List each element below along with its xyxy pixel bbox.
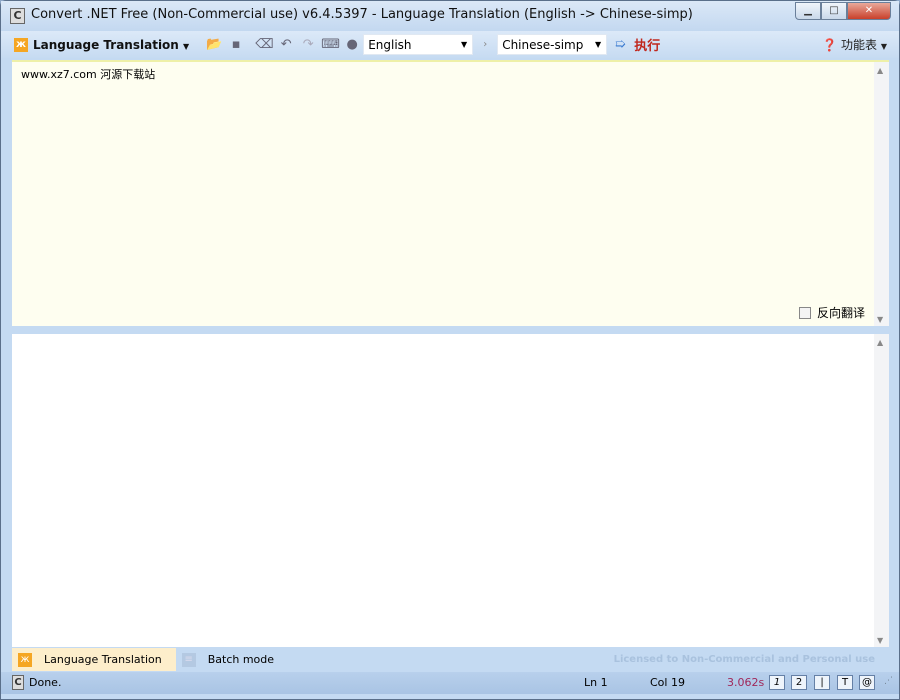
tab-batch-mode[interactable]: ≡ Batch mode (176, 648, 288, 671)
status-button-2[interactable]: 2 (791, 675, 807, 690)
status-button-text[interactable]: T (837, 675, 853, 690)
undo-icon[interactable]: ↶ (277, 36, 295, 54)
app-window: C Convert .NET Free (Non-Commercial use)… (0, 0, 900, 700)
resize-grip[interactable]: ⋰ (884, 676, 893, 686)
output-textarea[interactable]: ▲ ▼ (12, 334, 889, 647)
tab-language-translation[interactable]: ж Language Translation (12, 648, 176, 671)
redo-icon[interactable]: ↷ (299, 36, 317, 54)
save-icon[interactable]: ▪ (227, 36, 245, 54)
app-icon[interactable]: C (10, 8, 25, 24)
source-language-select[interactable]: English ▼ (363, 34, 474, 55)
mode-dropdown[interactable]: Language Translation ▼ (33, 38, 189, 52)
input-textarea[interactable]: www.xz7.com 河源下载站 反向翻译 ▲ ▼ (12, 60, 889, 326)
menu-button[interactable]: ❓ 功能表 ▼ (822, 36, 887, 53)
batch-icon: ≡ (181, 652, 196, 667)
maximize-button[interactable]: □ (821, 2, 847, 20)
line-number: Ln 1 (584, 676, 608, 689)
run-icon[interactable]: ➯ (611, 36, 629, 54)
splitter[interactable] (12, 326, 889, 334)
status-text: Done. (29, 676, 62, 689)
eraser-icon[interactable]: ⌫ (255, 36, 273, 54)
open-icon[interactable]: 📂 (205, 36, 223, 54)
status-button-cursor[interactable]: | (814, 675, 830, 690)
close-button[interactable]: ✕ (847, 2, 891, 20)
status-bar: C Done. Ln 1 Col 19 3.062s 1 2 | T @ ⋰ (1, 672, 899, 694)
output-scrollbar[interactable]: ▲ ▼ (874, 334, 889, 647)
direction-arrow: › (483, 39, 488, 50)
elapsed-time: 3.062s (727, 676, 765, 689)
mode-tabs: ж Language Translation ≡ Batch mode Licens… (12, 648, 889, 671)
column-number: Col 19 (650, 676, 685, 689)
input-scrollbar[interactable]: ▲ ▼ (874, 62, 889, 326)
license-text: Licensed to Non-Commercial and Personal … (613, 654, 875, 665)
keyboard-icon[interactable]: ⌨ (321, 36, 340, 54)
input-text: www.xz7.com 河源下载站 (21, 68, 156, 81)
status-button-1[interactable]: 1 (769, 675, 785, 690)
status-button-at[interactable]: @ (859, 675, 875, 690)
run-button[interactable]: 执行 (634, 35, 660, 54)
help-icon: ❓ (822, 38, 838, 52)
app-icon: C (12, 675, 24, 690)
target-language-select[interactable]: Chinese-simp ▼ (497, 34, 608, 55)
title-bar: C Convert .NET Free (Non-Commercial use)… (1, 1, 899, 31)
minimize-button[interactable]: ▁ (795, 2, 821, 20)
translation-icon: ж (18, 652, 32, 667)
reverse-translate-checkbox[interactable]: 反向翻译 (798, 304, 865, 321)
window-title: Convert .NET Free (Non-Commercial use) v… (31, 7, 693, 22)
globe-icon: ● (346, 36, 358, 52)
toolbar: ж Language Translation ▼ 📂 ▪ ⌫ ↶ ↷ ⌨ ● E… (1, 31, 899, 58)
translation-icon: ж (14, 37, 28, 52)
